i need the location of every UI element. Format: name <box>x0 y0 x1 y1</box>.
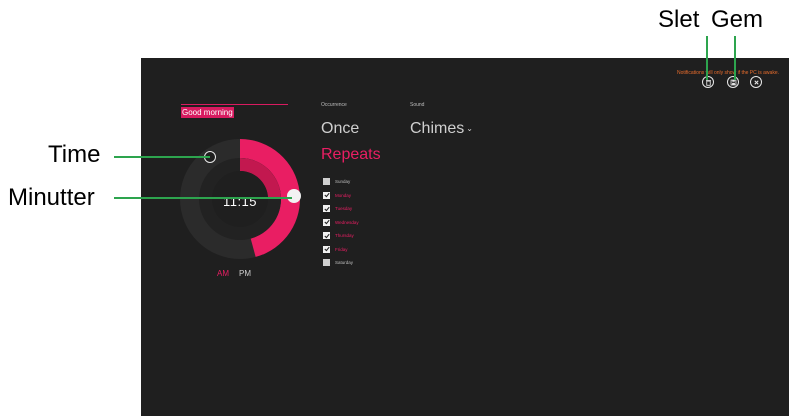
weekday-row-wednesday[interactable]: Wednesday <box>323 216 359 230</box>
alarm-editor-screen: Notifications will only show if the PC i… <box>141 58 789 416</box>
alarm-name-input[interactable]: Good morning <box>181 107 234 118</box>
weekday-checkbox[interactable] <box>323 218 330 226</box>
minutes-callout-label: Minutter <box>8 184 95 211</box>
delete-callout-label: Slet <box>658 6 700 33</box>
sound-dropdown[interactable]: Chimes ⌄ <box>410 120 473 138</box>
weekday-label: Friday <box>335 246 348 252</box>
weekday-row-tuesday[interactable]: Tuesday <box>323 202 359 216</box>
weekday-row-friday[interactable]: Friday <box>323 243 359 257</box>
weekday-row-saturday[interactable]: Saturday <box>323 256 359 270</box>
weekday-checkbox[interactable] <box>323 259 330 267</box>
hour-callout-leader <box>114 156 210 158</box>
weekday-row-sunday[interactable]: Sunday <box>323 175 359 189</box>
am-toggle[interactable]: AM <box>217 269 229 278</box>
alarm-name-underline <box>181 104 288 105</box>
weekday-checkbox[interactable] <box>323 178 330 186</box>
minutes-callout-leader <box>114 197 292 199</box>
weekday-label: Sunday <box>335 179 351 185</box>
weekday-label: Saturday <box>335 260 354 266</box>
minute-handle[interactable] <box>287 189 301 203</box>
weekday-label: Monday <box>335 192 352 198</box>
sound-value: Chimes <box>410 120 465 137</box>
pm-toggle[interactable]: PM <box>239 269 251 278</box>
chevron-down-icon: ⌄ <box>466 124 473 134</box>
hour-callout-label: Time <box>48 141 101 168</box>
delete-callout-leader <box>706 36 708 80</box>
weekday-row-monday[interactable]: Monday <box>323 189 359 203</box>
checkmark-icon <box>323 247 330 252</box>
save-callout-leader <box>734 36 736 80</box>
save-button[interactable] <box>727 76 739 88</box>
weekday-row-thursday[interactable]: Thursday <box>323 229 359 243</box>
checkmark-icon <box>323 206 330 212</box>
weekday-list: Sunday Monday Tuesday Wednesday Thursday Frid… <box>323 175 359 270</box>
weekday-checkbox[interactable] <box>323 205 330 213</box>
weekday-label: Thursday <box>335 233 354 239</box>
occurrence-repeats-option[interactable]: Repeats <box>321 146 381 164</box>
close-icon <box>753 79 759 85</box>
occurrence-heading: Occurrence <box>321 102 347 108</box>
checkmark-icon <box>323 193 330 198</box>
occurrence-once-option[interactable]: Once <box>321 120 359 138</box>
weekday-checkbox[interactable] <box>323 245 330 253</box>
weekday-label: Wednesday <box>335 219 359 225</box>
weekday-checkbox[interactable] <box>323 232 330 240</box>
checkmark-icon <box>323 233 330 239</box>
save-callout-label: Gem <box>711 6 764 33</box>
delete-button[interactable] <box>702 76 714 88</box>
close-button[interactable] <box>750 76 762 88</box>
sound-heading: Sound <box>410 102 425 108</box>
weekday-checkbox[interactable] <box>323 191 330 199</box>
checkmark-icon <box>323 220 330 225</box>
weekday-label: Tuesday <box>335 206 353 212</box>
